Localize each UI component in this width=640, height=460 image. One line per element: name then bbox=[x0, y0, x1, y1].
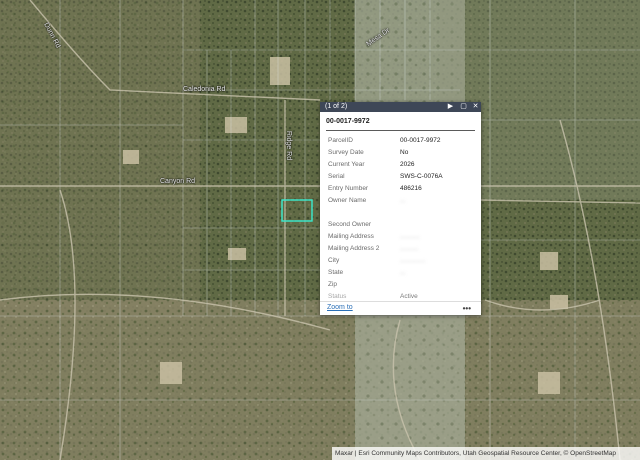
clearing bbox=[540, 252, 558, 270]
attribute-row: City .............. bbox=[320, 257, 481, 268]
attribute-value-redacted: .............. bbox=[400, 257, 426, 264]
attribute-label: Entry Number bbox=[328, 185, 369, 192]
attribute-label: Mailing Address bbox=[328, 233, 374, 240]
attribute-row: Status Active bbox=[320, 293, 481, 300]
attribute-value: No bbox=[400, 149, 409, 156]
attribute-label: City bbox=[328, 257, 340, 264]
attribute-value: 486216 bbox=[400, 185, 422, 192]
attribute-row bbox=[320, 209, 481, 220]
attribute-value: SWS-C-0076A bbox=[400, 173, 443, 180]
attribute-value-redacted: ... bbox=[400, 269, 406, 276]
clearing bbox=[160, 362, 182, 384]
attribute-value: 00-0017-9972 bbox=[400, 137, 441, 144]
next-feature-button[interactable]: ▶ bbox=[446, 102, 455, 112]
attribute-row: Second Owner bbox=[320, 221, 481, 232]
attribute-label: ParcelID bbox=[328, 137, 353, 144]
clearing bbox=[270, 57, 290, 85]
more-actions-button[interactable]: ••• bbox=[463, 304, 471, 313]
attribute-row: Survey Date No bbox=[320, 149, 481, 160]
close-popup-button[interactable]: ✕ bbox=[471, 102, 480, 112]
attribute-table[interactable]: ParcelID 00-0017-9972 Survey Date No Cur… bbox=[320, 134, 481, 300]
attribute-row: ParcelID 00-0017-9972 bbox=[320, 137, 481, 148]
attribute-label: Owner Name bbox=[328, 197, 367, 204]
attribute-label: Second Owner bbox=[328, 221, 371, 228]
popup-header: (1 of 2) ▶ ▢ ✕ bbox=[320, 102, 481, 112]
attribute-row: Entry Number 486216 bbox=[320, 185, 481, 196]
attribute-label: Current Year bbox=[328, 161, 365, 168]
popup-footer: Zoom to ••• bbox=[320, 301, 481, 316]
triangle-right-icon: ▶ bbox=[447, 103, 454, 110]
attribute-label: Serial bbox=[328, 173, 345, 180]
popup-title: 00-0017-9972 bbox=[326, 118, 370, 125]
feature-counter: (1 of 2) bbox=[325, 103, 348, 110]
attribute-label: State bbox=[328, 269, 344, 276]
attribute-row: State ... bbox=[320, 269, 481, 280]
attribute-value: Active bbox=[400, 293, 418, 300]
attribute-label: Survey Date bbox=[328, 149, 364, 156]
dock-popup-button[interactable]: ▢ bbox=[459, 102, 468, 112]
clearing bbox=[538, 372, 560, 394]
attribute-label: Status bbox=[328, 293, 347, 300]
attribute-row: Mailing Address ........... bbox=[320, 233, 481, 244]
bare-ground-west bbox=[0, 0, 200, 320]
close-icon: ✕ bbox=[472, 103, 479, 110]
attribute-value-redacted: ........... bbox=[400, 233, 420, 240]
attribute-row: Mailing Address 2 .......... bbox=[320, 245, 481, 256]
attribute-label: Zip bbox=[328, 281, 338, 288]
attribute-row: Owner Name ... bbox=[320, 197, 481, 208]
map-attribution: Maxar | Esri Community Maps Contributors… bbox=[332, 447, 640, 460]
attribute-value-redacted: ... bbox=[400, 197, 406, 204]
attribute-row: Serial SWS-C-0076A bbox=[320, 173, 481, 184]
title-divider bbox=[326, 130, 475, 131]
attribute-value: 2026 bbox=[400, 161, 415, 168]
road-label: Ridge Rd bbox=[285, 130, 293, 161]
attribute-label: Mailing Address 2 bbox=[328, 245, 380, 252]
window-icon: ▢ bbox=[460, 103, 467, 110]
road-label: Caledonia Rd bbox=[183, 86, 226, 93]
clearing bbox=[225, 117, 247, 133]
road-label: Canyon Rd bbox=[160, 178, 196, 185]
zoom-to-link[interactable]: Zoom to bbox=[327, 304, 353, 311]
parcel-popup: (1 of 2) ▶ ▢ ✕ 00-0017-9972 ParcelID 00-… bbox=[320, 102, 481, 315]
attribute-row: Current Year 2026 bbox=[320, 161, 481, 172]
clearing bbox=[550, 295, 568, 309]
attribute-value-redacted: .......... bbox=[400, 245, 419, 252]
attribute-row: Zip bbox=[320, 281, 481, 292]
clearing bbox=[123, 150, 139, 164]
